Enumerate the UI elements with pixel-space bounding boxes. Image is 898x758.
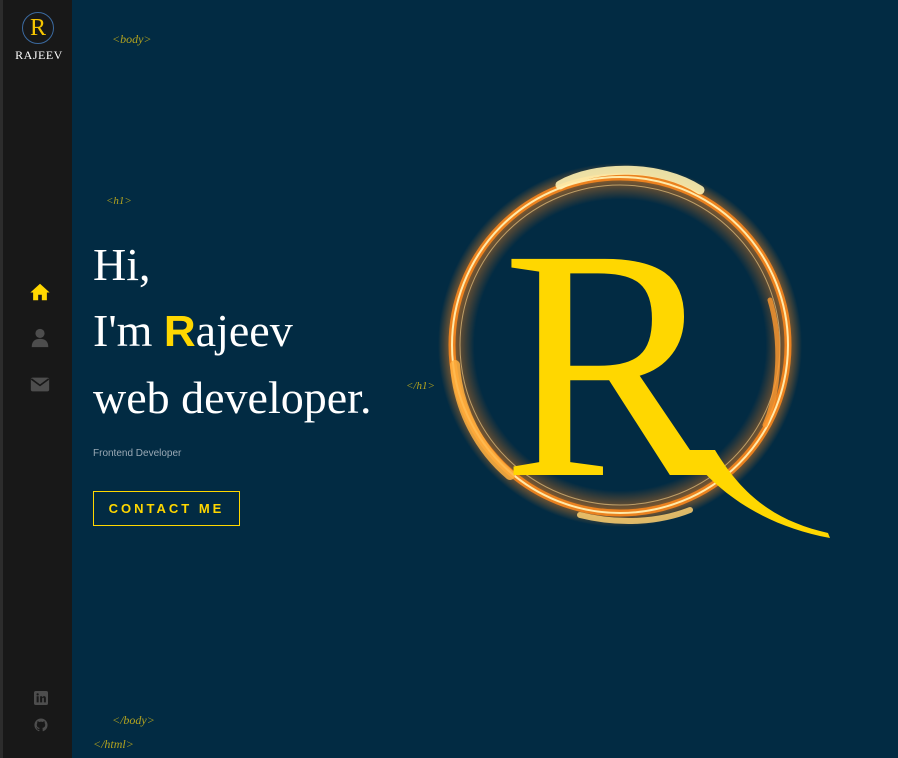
body-open-tag: <body> [112,32,152,46]
hero-line-2: I'm Rajeev [93,308,293,354]
hero-line-1: Hi, [93,239,151,290]
nav-about-link[interactable] [29,327,51,349]
sidebar: R RAJEEV [0,0,72,758]
logo[interactable]: R RAJEEV [3,10,75,66]
logo-name: RAJEEV [15,48,63,62]
logo-letter: R [29,15,46,41]
hero-emblem: R [430,150,840,550]
linkedin-icon [34,691,48,705]
h1-open-tag: <h1> [106,195,132,207]
hero-line-2-rest: ajeev [195,305,293,356]
hero-line-3: web developer. [93,372,372,423]
nav-contact-link[interactable] [29,373,51,395]
body-close-tag: </body> [112,713,155,727]
home-icon [30,283,50,301]
contact-me-button[interactable]: CONTACT ME [93,491,240,526]
envelope-icon [30,377,50,392]
emblem-letter: R [502,182,724,547]
linkedin-link[interactable] [34,691,48,705]
hero-accent-letter: R [163,307,196,356]
fire-ring-logo: R [438,163,830,547]
html-close-tag: </html> [93,737,134,751]
github-link[interactable] [34,718,48,732]
hero-line-2-prefix: I'm [93,305,164,356]
github-icon [34,718,48,732]
hero-subtitle: Frontend Developer [93,448,182,459]
nav-home-link[interactable] [29,281,51,303]
user-icon [31,328,49,348]
